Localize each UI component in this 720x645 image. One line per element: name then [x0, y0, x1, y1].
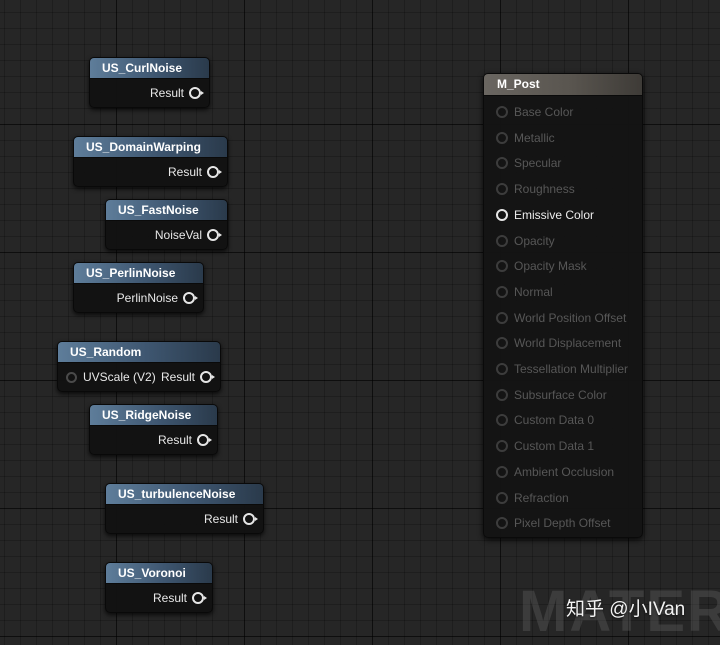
node-title: US_PerlinNoise: [74, 263, 203, 284]
node-title: US_CurlNoise: [90, 58, 209, 79]
output-pin-icon[interactable]: [243, 513, 258, 525]
material-pin-tessellation-multiplier[interactable]: Tessellation Multiplier: [496, 361, 628, 377]
material-pin-refraction[interactable]: Refraction: [496, 490, 569, 506]
material-pin-custom-data-1[interactable]: Custom Data 1: [496, 438, 594, 454]
node-us-turbulencenoise[interactable]: US_turbulenceNoise Result: [105, 483, 264, 534]
material-pin-label: Subsurface Color: [514, 387, 607, 402]
input-pin-icon[interactable]: [496, 260, 508, 273]
output-pin-label: Result: [152, 591, 187, 605]
material-pin-emissive-color[interactable]: Emissive Color: [496, 207, 594, 223]
output-pin-icon[interactable]: [207, 229, 222, 241]
input-pin-icon[interactable]: [496, 337, 508, 350]
input-pin-icon[interactable]: [496, 388, 508, 401]
material-pin-label: Opacity: [514, 233, 555, 248]
input-pin-icon[interactable]: [496, 183, 508, 196]
node-title: US_DomainWarping: [74, 137, 227, 158]
node-us-voronoi[interactable]: US_Voronoi Result: [105, 562, 213, 613]
material-pin-label: World Position Offset: [514, 310, 627, 325]
material-pin-base-color[interactable]: Base Color: [496, 104, 573, 120]
input-pin-icon[interactable]: [496, 465, 508, 478]
input-pin-icon[interactable]: [496, 131, 508, 144]
material-pin-specular[interactable]: Specular: [496, 155, 561, 171]
output-pin-icon[interactable]: [200, 371, 215, 383]
node-title: US_turbulenceNoise: [106, 484, 263, 505]
material-pin-metallic[interactable]: Metallic: [496, 130, 555, 146]
output-pin-icon[interactable]: [192, 592, 207, 604]
material-node-title: M_Post: [484, 74, 642, 96]
node-us-ridgenoise[interactable]: US_RidgeNoise Result: [89, 404, 218, 455]
input-pin-icon[interactable]: [496, 157, 508, 170]
input-pin-icon[interactable]: [496, 285, 508, 298]
material-pin-label: Pixel Depth Offset: [514, 516, 611, 531]
material-pin-subsurface-color[interactable]: Subsurface Color: [496, 387, 607, 403]
material-pin-label: Normal: [514, 284, 553, 299]
output-pin-icon[interactable]: [183, 292, 198, 304]
node-us-domainwarping[interactable]: US_DomainWarping Result: [73, 136, 228, 187]
credit-watermark: 知乎 @小IVan: [566, 599, 686, 620]
input-pin-label: UVScale (V2): [83, 370, 156, 384]
output-pin-icon[interactable]: [197, 434, 212, 446]
input-pin-icon[interactable]: [496, 106, 508, 118]
material-pin-label: Opacity Mask: [514, 259, 587, 274]
material-pin-normal[interactable]: Normal: [496, 284, 553, 300]
node-us-curlnoise[interactable]: US_CurlNoise Result: [89, 57, 210, 108]
material-pin-world-displacement[interactable]: World Displacement: [496, 335, 621, 351]
output-pin-icon[interactable]: [207, 166, 222, 178]
material-pin-pixel-depth-offset[interactable]: Pixel Depth Offset: [496, 515, 611, 531]
output-pin-label: Result: [149, 86, 184, 100]
node-us-random[interactable]: US_Random UVScale (V2) Result: [57, 341, 221, 392]
output-pin-label: Result: [157, 433, 192, 447]
node-title: US_RidgeNoise: [90, 405, 217, 426]
material-pin-label: Refraction: [514, 490, 569, 505]
material-pin-roughness[interactable]: Roughness: [496, 181, 575, 197]
material-pin-label: Emissive Color: [514, 207, 595, 222]
material-pin-label: Tessellation Multiplier: [514, 362, 629, 376]
node-us-perlinnoise[interactable]: US_PerlinNoise PerlinNoise: [73, 262, 204, 313]
node-title: US_FastNoise: [106, 200, 227, 221]
node-us-fastnoise[interactable]: US_FastNoise NoiseVal: [105, 199, 228, 250]
input-pin-icon[interactable]: [496, 311, 508, 324]
material-pin-custom-data-0[interactable]: Custom Data 0: [496, 412, 594, 428]
input-pin-icon[interactable]: [496, 414, 508, 427]
material-pin-opacity-mask[interactable]: Opacity Mask: [496, 258, 587, 274]
material-pin-world-position-offset[interactable]: World Position Offset: [496, 310, 626, 326]
input-pin-icon[interactable]: [496, 491, 508, 504]
output-pin-label: PerlinNoise: [116, 291, 178, 305]
input-pin-icon[interactable]: [66, 371, 77, 383]
material-pin-label: Metallic: [514, 130, 555, 145]
material-pin-label: Specular: [514, 156, 562, 171]
material-pin-label: Base Color: [514, 105, 574, 119]
material-pin-ambient-occlusion[interactable]: Ambient Occlusion: [496, 464, 614, 480]
output-pin-label: Result: [203, 512, 238, 526]
material-pin-label: Ambient Occlusion: [514, 464, 615, 479]
output-pin-label: NoiseVal: [154, 228, 202, 242]
input-pin-icon[interactable]: [496, 440, 508, 453]
node-title: US_Voronoi: [106, 563, 212, 584]
input-pin-icon[interactable]: [496, 234, 508, 247]
node-title: US_Random: [58, 342, 220, 363]
material-pin-opacity[interactable]: Opacity: [496, 233, 555, 249]
input-pin-icon[interactable]: [496, 363, 508, 375]
material-pin-label: World Displacement: [514, 336, 622, 351]
material-pin-label: Custom Data 0: [514, 413, 595, 428]
output-pin-icon[interactable]: [189, 87, 204, 99]
output-pin-label: Result: [167, 165, 202, 179]
input-pin-icon[interactable]: [496, 517, 508, 530]
input-pin-icon[interactable]: [496, 208, 508, 221]
material-pin-label: Custom Data 1: [514, 439, 595, 454]
material-result-node[interactable]: M_Post Base Color Metallic Specular Roughne…: [483, 73, 643, 538]
output-pin-label: Result: [160, 370, 195, 384]
material-pin-label: Roughness: [514, 182, 575, 197]
